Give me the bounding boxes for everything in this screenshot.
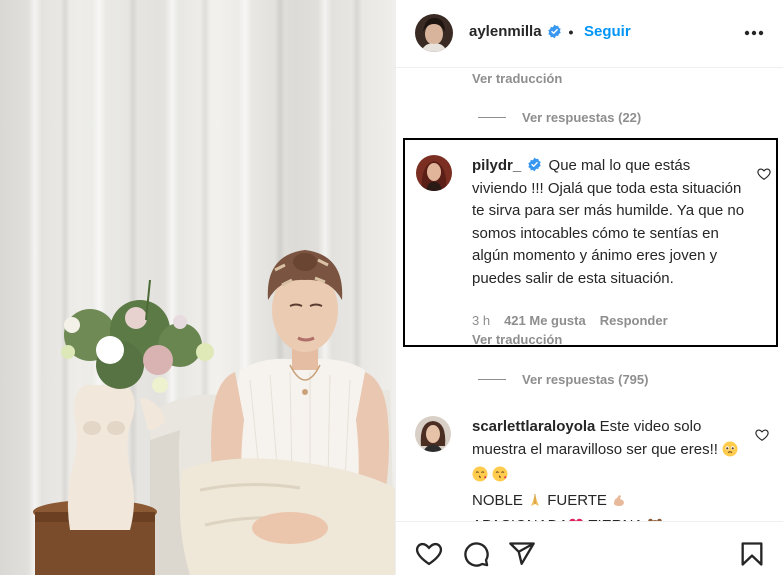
pleading-face-emoji-icon bbox=[722, 441, 738, 465]
heart-icon[interactable] bbox=[415, 540, 443, 568]
verified-badge-icon bbox=[527, 157, 542, 172]
comment-view-translation-link[interactable]: Ver traducción bbox=[472, 332, 562, 345]
comment-icon[interactable] bbox=[462, 540, 490, 568]
comment-body: pilydr_ Que mal lo que estás viviendo !!… bbox=[472, 155, 747, 290]
comment-line-noble: NOBLE bbox=[472, 491, 523, 509]
face-blowing-kiss-emoji-icon bbox=[492, 466, 508, 490]
post-header: aylenmilla • Seguir bbox=[396, 0, 783, 68]
view-replies-button[interactable]: Ver respuestas (22) bbox=[478, 110, 641, 125]
follow-button[interactable]: Seguir bbox=[584, 23, 631, 40]
comment-line-fuerte: FUERTE bbox=[547, 491, 607, 509]
commenter-avatar[interactable] bbox=[415, 416, 451, 452]
commenter-avatar[interactable] bbox=[416, 155, 452, 191]
separator-dot: • bbox=[568, 23, 574, 40]
more-horizontal-icon[interactable] bbox=[740, 19, 768, 47]
share-icon[interactable] bbox=[508, 540, 536, 568]
comment-text: Que mal lo que estás viviendo !!! Ojalá … bbox=[472, 157, 745, 287]
comment-view-replies-label: Ver respuestas (795) bbox=[522, 372, 649, 387]
verified-badge-icon bbox=[547, 24, 562, 39]
post-action-bar bbox=[396, 521, 783, 575]
reply-button[interactable]: Responder bbox=[600, 313, 668, 328]
author-username[interactable]: aylenmilla bbox=[469, 23, 542, 40]
comment-view-replies-button[interactable]: Ver respuestas (795) bbox=[478, 372, 648, 387]
highlighted-comment: pilydr_ Que mal lo que estás viviendo !!… bbox=[403, 138, 778, 347]
comment-meta: 3 h 421 Me gusta Responder bbox=[472, 313, 668, 328]
like-comment-heart-icon[interactable] bbox=[757, 167, 771, 181]
comment-username[interactable]: pilydr_ bbox=[472, 157, 521, 174]
bookmark-icon[interactable] bbox=[738, 540, 766, 568]
replies-line bbox=[478, 379, 506, 380]
author-username-row: aylenmilla • bbox=[469, 23, 573, 40]
view-replies-label: Ver respuestas (22) bbox=[522, 110, 642, 125]
flexed-biceps-emoji-icon bbox=[611, 492, 627, 516]
view-translation-link[interactable]: Ver traducción bbox=[472, 71, 562, 86]
comment-likes-button[interactable]: 421 Me gusta bbox=[504, 313, 586, 328]
comment-username[interactable]: scarlettlaraloyola bbox=[472, 418, 595, 435]
author-avatar[interactable] bbox=[415, 14, 453, 52]
praying-hands-emoji-icon bbox=[527, 492, 543, 516]
like-comment-heart-icon[interactable] bbox=[755, 428, 769, 442]
replies-line bbox=[478, 117, 506, 118]
comment-time: 3 h bbox=[472, 313, 491, 328]
face-blowing-kiss-emoji-icon bbox=[472, 466, 488, 490]
comments-panel: aylenmilla • Seguir Ver traducción Ver r… bbox=[395, 0, 783, 575]
post-media-image[interactable] bbox=[0, 0, 395, 575]
